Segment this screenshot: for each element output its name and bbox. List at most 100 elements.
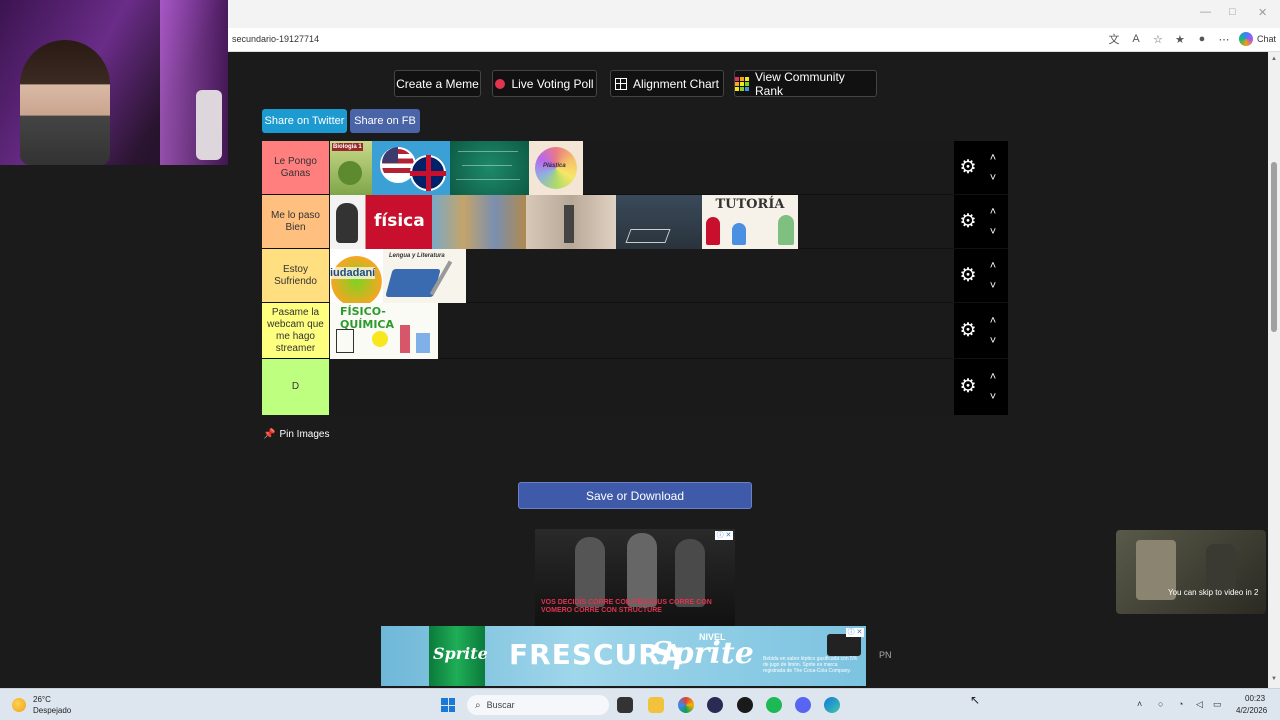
sprite-can-label: Sprite — [433, 644, 488, 663]
gear-icon[interactable]: ⚙ — [958, 266, 978, 286]
gear-icon[interactable]: ⚙ — [958, 212, 978, 232]
tier-label[interactable]: Estoy Sufriendo — [262, 249, 329, 302]
ad-close-icon[interactable]: ⓘ ✕ — [846, 628, 864, 637]
clock-time[interactable]: 00:23 — [1245, 694, 1265, 703]
alignment-grid-icon — [614, 77, 627, 90]
biologia-image[interactable]: Biología 1 — [330, 141, 372, 195]
clase-image[interactable] — [526, 195, 616, 249]
view-community-rank-button[interactable]: View Community Rank — [734, 70, 877, 98]
pn-badge: PN — [879, 650, 892, 660]
chevron-down-icon[interactable]: ˅ — [987, 173, 999, 184]
ciudadania-image[interactable]: iudadaní — [330, 249, 383, 303]
alignment-chart-button[interactable]: Alignment Chart — [610, 70, 724, 97]
translate-icon[interactable]: 文 — [1107, 32, 1121, 46]
more-icon[interactable]: ⋯ — [1217, 32, 1231, 46]
live-voting-label: Live Voting Poll — [511, 76, 594, 91]
screen: — □ ✕ secundario-19127714 文 A ☆ ★ ● ⋯ Ch… — [0, 0, 1280, 720]
chevron-up-icon[interactable]: ˄ — [987, 207, 999, 218]
chevron-down-icon[interactable]: ˅ — [987, 336, 999, 347]
taskbar-search[interactable]: ⌕ Buscar — [467, 695, 609, 715]
ad-banner-nike[interactable]: VOS DECIDÍS CORRE CON PEGASUS CORRE CON … — [535, 529, 735, 626]
gear-icon[interactable]: ⚙ — [958, 377, 978, 397]
fisica-image[interactable]: física — [330, 195, 432, 249]
tutoria-image[interactable]: TUTORÍA — [702, 195, 798, 249]
gear-icon[interactable]: ⚙ — [958, 158, 978, 178]
scroll-thumb[interactable] — [1271, 162, 1277, 332]
tier-controls: ⚙ ˄ ˅ — [954, 303, 1008, 358]
webcam-cup — [196, 90, 222, 160]
ad-banner-sprite[interactable]: Sprite FRESCURA NIVEL Sprite Bebida en s… — [381, 626, 866, 686]
ad-fine-print: Bebida en sabor léptico gasificada con 5… — [763, 656, 858, 674]
ciudadania-caption: iudadaní — [330, 267, 376, 279]
tier-label[interactable]: D — [262, 359, 329, 415]
minimize-button[interactable]: — — [1200, 6, 1211, 18]
tier-label[interactable]: Le Pongo Ganas — [262, 141, 329, 194]
favorites-icon[interactable]: ★ — [1173, 32, 1187, 46]
windows-start-icon[interactable] — [441, 698, 455, 712]
scroll-up-icon[interactable]: ▲ — [1271, 56, 1277, 62]
share-facebook-button[interactable]: Share on FB — [350, 109, 420, 133]
chevron-down-icon[interactable]: ˅ — [987, 392, 999, 403]
taskbar: 26°C Despejado ⌕ Buscar ˄ ○ ◔ ◁ ▭ 00:23 … — [0, 688, 1280, 720]
maximize-button[interactable]: □ — [1229, 6, 1236, 18]
edge-icon[interactable] — [824, 697, 840, 713]
microphone-icon[interactable]: ○ — [1158, 699, 1163, 709]
webcam-overlay — [0, 0, 228, 165]
tier-items: iudadaní Lengua y Literatura — [330, 249, 952, 303]
chevron-down-icon[interactable]: ˅ — [987, 227, 999, 238]
tier-row: Me lo paso Bien física TUTORÍA ⚙ ˄ ˅ — [262, 195, 1008, 249]
alignment-chart-label: Alignment Chart — [632, 76, 720, 91]
matematica-image[interactable] — [450, 141, 529, 195]
ad-close-icon[interactable]: ⓘ ✕ — [715, 531, 733, 540]
ingles-image[interactable] — [372, 141, 450, 195]
weather-sun-icon[interactable] — [12, 698, 26, 712]
discord-icon[interactable] — [795, 697, 811, 713]
video-ad[interactable]: You can skip to video in 2 — [1116, 530, 1266, 614]
share-twitter-label: Share on Twitter — [264, 115, 345, 127]
address-bar-actions: 文 A ☆ ★ ● ⋯ Chat — [1107, 32, 1276, 46]
obs-icon[interactable] — [707, 697, 723, 713]
chevron-up-icon[interactable]: ˄ — [987, 372, 999, 383]
wifi-icon[interactable]: ◔ — [1178, 699, 1183, 709]
chrome-icon[interactable] — [678, 697, 694, 713]
app-icon[interactable] — [737, 697, 753, 713]
video-skip-text[interactable]: You can skip to video in 2 — [1168, 588, 1258, 597]
profile-icon[interactable]: ● — [1195, 32, 1209, 46]
gear-icon[interactable]: ⚙ — [958, 321, 978, 341]
weather-description[interactable]: Despejado — [33, 706, 71, 715]
pin-images-toggle[interactable]: 📌 Pin Images — [263, 429, 329, 440]
ad-mid-text: VOS DECIDÍS CORRE CON PEGASUS CORRE CON … — [541, 599, 712, 614]
tecnologia-image[interactable] — [616, 195, 702, 249]
clock-date[interactable]: 4/2/2026 — [1236, 706, 1267, 715]
weather-temperature[interactable]: 26°C — [33, 695, 51, 704]
create-meme-button[interactable]: Create a Meme — [394, 70, 481, 97]
chevron-up-icon[interactable]: ˄ — [987, 153, 999, 164]
fisicoquimica-image[interactable]: FÍSICO-QUÍMICA — [330, 303, 438, 359]
battery-icon[interactable]: ▭ — [1213, 699, 1222, 710]
chevron-up-icon[interactable]: ˄ — [987, 261, 999, 272]
chevron-down-icon[interactable]: ˅ — [987, 281, 999, 292]
save-download-button[interactable]: Save or Download — [518, 482, 752, 509]
read-aloud-icon[interactable]: A — [1129, 32, 1143, 46]
page-scrollbar[interactable]: ▲ ▼ — [1268, 52, 1280, 688]
fisicoquimica-caption: FÍSICO-QUÍMICA — [340, 305, 395, 331]
close-button[interactable]: ✕ — [1258, 6, 1267, 19]
scroll-down-icon[interactable]: ▼ — [1271, 676, 1277, 682]
mouse-cursor-icon: ↖ — [970, 693, 981, 707]
volume-icon[interactable]: ◁ — [1196, 699, 1203, 710]
file-explorer-icon[interactable] — [648, 697, 664, 713]
plastica-image[interactable]: Plástica — [529, 141, 583, 195]
lengua-image[interactable]: Lengua y Literatura — [383, 249, 466, 303]
historia-image[interactable] — [432, 195, 526, 249]
task-view-icon[interactable] — [617, 697, 633, 713]
live-voting-poll-button[interactable]: Live Voting Poll — [492, 70, 597, 97]
share-twitter-button[interactable]: Share on Twitter — [262, 109, 347, 133]
spotify-icon[interactable] — [766, 697, 782, 713]
favorite-star-icon[interactable]: ☆ — [1151, 32, 1165, 46]
url-text[interactable]: secundario-19127714 — [232, 34, 319, 44]
chevron-up-icon[interactable]: ˄ — [987, 316, 999, 327]
tier-label[interactable]: Me lo paso Bien — [262, 195, 329, 248]
tier-label[interactable]: Pasame la webcam que me hago streamer — [262, 303, 329, 358]
tray-chevron-icon[interactable]: ˄ — [1137, 699, 1142, 709]
copilot-chat-button[interactable]: Chat — [1238, 32, 1276, 46]
